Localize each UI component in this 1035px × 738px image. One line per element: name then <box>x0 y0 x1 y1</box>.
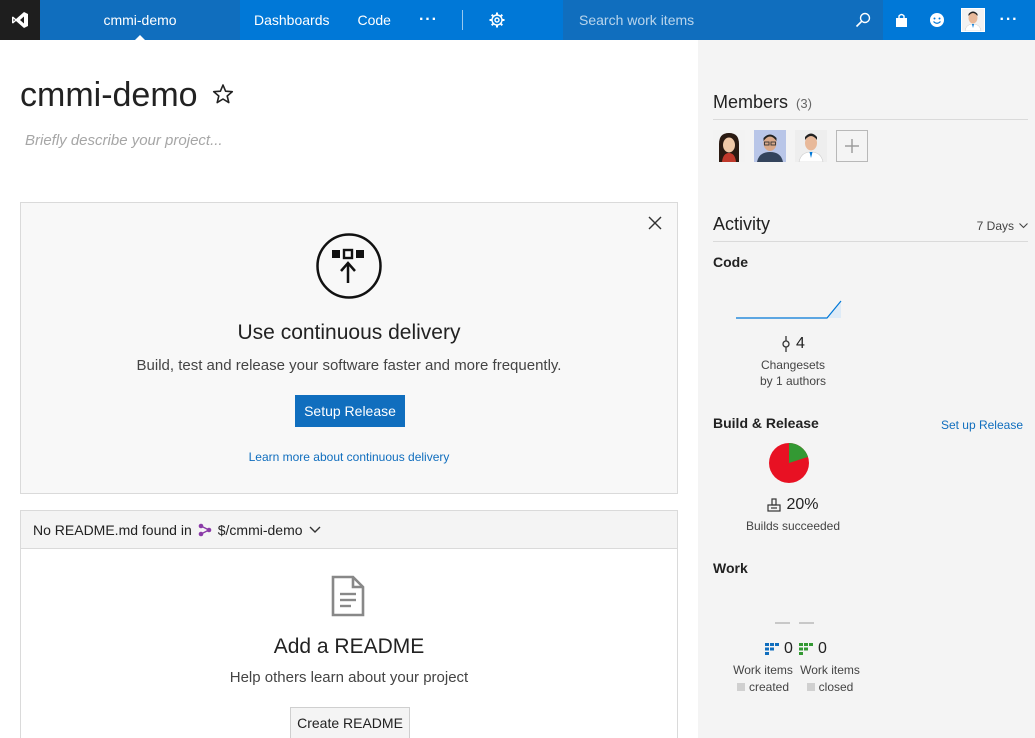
search-icon[interactable] <box>843 0 883 40</box>
activity-header: Activity 7 Days <box>713 214 1028 242</box>
code-sparkline <box>736 300 842 319</box>
more-icon[interactable]: ··· <box>991 0 1027 40</box>
build-release-section-title: Build & Release <box>713 415 819 431</box>
work-items-created-metric[interactable]: 0 <box>765 640 793 658</box>
builds-metric[interactable]: 20% <box>753 496 833 514</box>
closed-label: closed <box>818 680 854 694</box>
readme-title: Add a README <box>273 635 425 658</box>
page-title: cmmi-demo <box>20 76 198 114</box>
right-panel: Members (3) Activity 7 Days Code 4 Chang… <box>698 40 1035 738</box>
user-avatar[interactable] <box>961 8 985 32</box>
work-items-closed-count: 0 <box>818 640 827 657</box>
member-avatar[interactable] <box>713 130 745 162</box>
members-count: (3) <box>796 96 812 111</box>
member-avatar[interactable] <box>754 130 786 162</box>
builds-label: Builds succeeded <box>745 519 841 533</box>
code-section-title: Code <box>713 254 748 270</box>
authors-label: by 1 authors <box>759 374 827 388</box>
period-dropdown[interactable]: 7 Days <box>977 219 1028 233</box>
build-icon <box>767 498 782 512</box>
nav-more-button[interactable]: ··· <box>405 0 452 40</box>
close-icon[interactable] <box>645 213 665 233</box>
document-icon <box>331 575 365 622</box>
changesets-caption: Changesets by 1 authors <box>743 357 843 389</box>
setup-release-button[interactable]: Setup Release <box>295 395 405 427</box>
member-avatar[interactable] <box>795 130 827 162</box>
learn-more-cd-link[interactable]: Learn more about continuous delivery <box>21 450 677 464</box>
marketplace-bag-icon[interactable] <box>883 0 919 40</box>
readme-subtitle: Help others learn about your project <box>229 669 469 686</box>
commit-icon <box>782 336 790 352</box>
readme-header: No README.md found in $/cmmi-demo <box>21 511 677 549</box>
member-avatars <box>713 130 868 162</box>
chevron-down-icon <box>309 526 321 533</box>
activity-title: Activity <box>713 214 771 234</box>
search-input[interactable] <box>563 0 843 40</box>
work-section-title: Work <box>713 560 748 576</box>
top-navigation-bar: cmmi-demo Dashboards Code ··· Search wor… <box>0 0 1035 41</box>
create-readme-button[interactable]: Create README <box>290 707 410 738</box>
gear-icon[interactable] <box>477 0 517 40</box>
feedback-smiley-icon[interactable] <box>919 0 955 40</box>
work-sparkline <box>775 622 823 624</box>
top-right-actions: ··· <box>883 0 1027 40</box>
changesets-metric[interactable]: 4 <box>758 335 828 353</box>
work-items-created-caption: Work items created <box>728 662 798 696</box>
main-content: cmmi-demo Briefly describe your project.… <box>0 40 698 738</box>
chevron-down-icon <box>1019 223 1028 229</box>
favorite-star-icon[interactable] <box>212 83 234 110</box>
project-description-field[interactable]: Briefly describe your project... <box>25 132 223 149</box>
work-item-closed-icon <box>799 643 813 655</box>
builds-percent: 20% <box>786 496 819 513</box>
repo-name: $/cmmi-demo <box>217 521 303 538</box>
created-label: created <box>748 680 790 694</box>
visual-studio-logo-icon[interactable] <box>0 0 40 40</box>
release-pipeline-icon <box>316 233 382 304</box>
build-success-pie[interactable] <box>768 442 810 484</box>
period-label: 7 Days <box>976 219 1014 233</box>
work-items-closed-caption: Work items closed <box>795 662 865 696</box>
cd-card-title: Use continuous delivery <box>237 321 461 344</box>
readme-header-label: No README.md found in <box>33 521 192 538</box>
cd-card-subtitle: Build, test and release your software fa… <box>136 357 562 374</box>
set-up-release-link[interactable]: Set up Release <box>941 418 1023 432</box>
nav-dashboards[interactable]: Dashboards <box>240 0 344 40</box>
work-items-label: Work items <box>800 663 860 677</box>
changesets-count: 4 <box>796 335 805 352</box>
work-items-closed-metric[interactable]: 0 <box>799 640 827 658</box>
nav-code[interactable]: Code <box>344 0 405 40</box>
members-header: Members (3) <box>713 92 1028 120</box>
nav-divider <box>461 10 463 30</box>
add-member-button[interactable] <box>836 130 868 162</box>
continuous-delivery-card: Use continuous delivery Build, test and … <box>20 202 678 494</box>
title-row: cmmi-demo <box>20 76 234 115</box>
search-box <box>563 0 883 40</box>
work-item-created-icon <box>765 643 779 655</box>
changesets-label: Changesets <box>760 358 826 372</box>
work-items-label: Work items <box>733 663 793 677</box>
plus-icon <box>845 139 859 153</box>
work-items-created-count: 0 <box>784 640 793 657</box>
project-tab[interactable]: cmmi-demo <box>40 0 240 41</box>
members-title: Members <box>713 92 789 112</box>
project-tab-label: cmmi-demo <box>103 12 177 28</box>
readme-card: No README.md found in $/cmmi-demo Add a … <box>20 510 678 738</box>
repo-icon <box>198 523 212 536</box>
repo-selector[interactable]: $/cmmi-demo <box>198 522 327 538</box>
